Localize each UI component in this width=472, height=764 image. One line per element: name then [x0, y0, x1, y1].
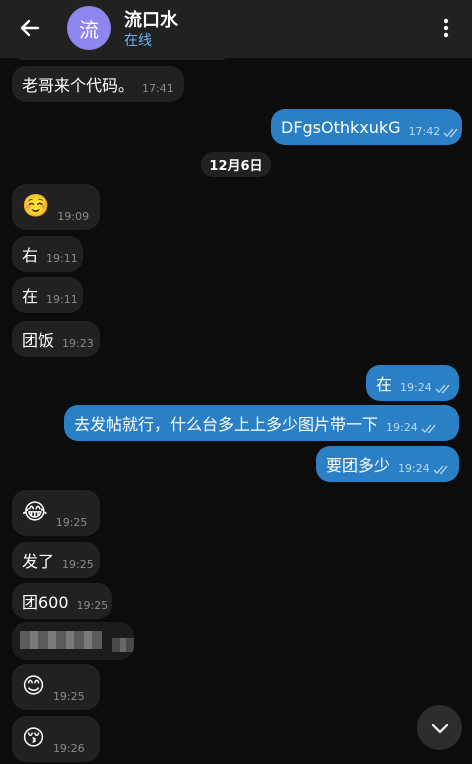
message-time: 19:25 [55, 516, 88, 529]
message-bubble-outgoing[interactable]: 要团多少 19:24 [316, 446, 459, 482]
double-check-icon [421, 424, 436, 434]
message-time-value: 19:24 [398, 462, 430, 475]
message-bubble-incoming[interactable]: 😚 19:26 [12, 716, 100, 762]
message-time: 19:25 [62, 558, 94, 571]
message-time: 17:42 [409, 125, 462, 138]
message-time: 19:11 [46, 293, 78, 306]
more-menu-button[interactable] [436, 14, 456, 42]
message-bubble-outgoing[interactable]: DFgsOthkxukG 17:42 [271, 109, 462, 145]
more-vertical-icon [443, 18, 449, 38]
message-time-value: 19:24 [386, 421, 418, 434]
message-emoji: 😂 [22, 500, 48, 525]
arrow-left-icon [20, 19, 40, 37]
online-status: 在线 [124, 33, 152, 49]
message-text: 发了 [22, 552, 55, 571]
message-text: 去发帖就行，什么台多上上多少图片带一下 [74, 415, 379, 434]
contact-name[interactable]: 流口水 [124, 6, 178, 32]
message-time-value: 19:24 [400, 381, 432, 394]
message-emoji: 😚 [22, 726, 45, 751]
message-time: 17:41 [142, 82, 174, 95]
message-text: 老哥来个代码。 [22, 76, 135, 95]
message-bubble-incoming[interactable]: 😊 19:25 [12, 664, 100, 710]
message-emoji: ☺️ [22, 194, 50, 219]
message-time: 19:25 [76, 599, 109, 612]
avatar[interactable]: 流 [67, 6, 111, 50]
date-separator: 12月6日 [201, 152, 271, 177]
message-bubble-incoming[interactable]: 在 19:11 [12, 277, 83, 313]
redacted-text [20, 631, 102, 649]
scroll-to-bottom-button[interactable] [417, 705, 462, 750]
message-time: 19:23 [62, 337, 94, 350]
message-bubble-incoming[interactable]: 发了 19:25 [12, 542, 100, 578]
back-button[interactable] [16, 14, 44, 42]
message-bubble-incoming[interactable]: 😂 19:25 [12, 490, 100, 536]
double-check-icon [443, 128, 458, 138]
avatar-letter: 流 [79, 17, 99, 42]
message-text: 在 [22, 287, 39, 306]
message-bubble-outgoing[interactable]: 在 19:24 [366, 365, 459, 401]
message-text: 在 [376, 375, 393, 394]
message-time: 19:11 [46, 252, 78, 265]
message-emoji: 😊 [22, 674, 45, 699]
double-check-icon [435, 384, 450, 394]
message-bubble-incoming[interactable]: 团600 19:25 [12, 583, 112, 619]
message-bubble-incoming[interactable]: 老哥来个代码。 17:41 [12, 66, 184, 102]
chevron-down-icon [431, 723, 448, 733]
message-text: 右 [22, 246, 39, 265]
message-time-value: 17:42 [408, 125, 441, 138]
pixelated-message[interactable] [12, 622, 134, 660]
message-text: 团600 [22, 593, 69, 612]
message-time: 19:24 [386, 421, 439, 434]
double-check-icon [433, 465, 448, 475]
message-bubble-incoming[interactable]: 右 19:11 [12, 236, 83, 272]
message-bubble-incoming[interactable]: ☺️ 19:09 [12, 184, 100, 230]
message-time: 19:24 [398, 462, 451, 475]
message-text: DFgsOthkxukG [281, 117, 401, 137]
message-text: 团饭 [22, 331, 55, 350]
message-time: 19:26 [52, 742, 85, 755]
message-time: 19:25 [52, 690, 85, 703]
chat-header: 流 流口水 在线 [0, 0, 472, 58]
message-time: 19:09 [57, 210, 90, 223]
redacted-time [112, 638, 134, 652]
message-time: 19:24 [400, 381, 453, 394]
message-bubble-incoming[interactable]: 团饭 19:23 [12, 321, 100, 357]
message-bubble-outgoing[interactable]: 去发帖就行，什么台多上上多少图片带一下 19:24 [64, 405, 459, 441]
message-text: 要团多少 [326, 456, 391, 475]
